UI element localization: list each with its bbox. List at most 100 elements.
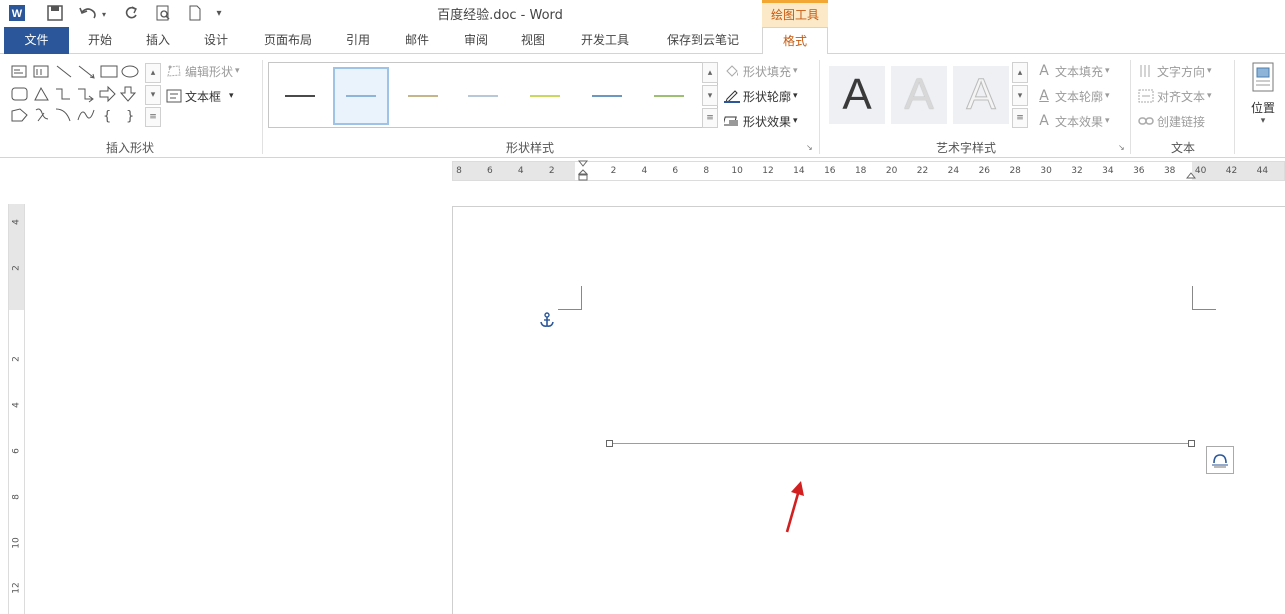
dialog-launcher-icon[interactable]: ↘ <box>806 143 815 152</box>
layout-options-icon[interactable] <box>1206 446 1234 474</box>
ruler-tick-label: 10 <box>731 166 743 176</box>
edit-shape-button[interactable]: 编辑形状 ▾ <box>166 61 240 81</box>
style-scroll-down[interactable]: ▾ <box>702 85 718 106</box>
style-more[interactable]: ≡ <box>702 108 718 128</box>
new-document-icon[interactable] <box>184 3 206 23</box>
tab-save-to-cloud-notes[interactable]: 保存到云笔记 <box>654 27 752 54</box>
ruler-tick-label: 44 <box>1256 166 1269 176</box>
wordart-style-1[interactable]: A <box>829 66 885 124</box>
shape-fill-button[interactable]: 形状填充 ▾ <box>724 61 798 81</box>
text-box-button[interactable]: 文本框 ▾ <box>166 86 234 106</box>
redo-icon[interactable] <box>120 3 142 23</box>
text-effects-label: 文本效果 <box>1055 114 1104 129</box>
shape-style-swatch[interactable] <box>641 67 697 125</box>
document-page[interactable] <box>452 206 1285 614</box>
tab-mailings[interactable]: 邮件 <box>395 27 439 54</box>
pen-icon <box>724 88 740 104</box>
tab-file[interactable]: 文件 <box>4 27 69 54</box>
create-link-button[interactable]: 创建链接 <box>1138 111 1205 131</box>
line-start-handle[interactable] <box>606 440 613 447</box>
save-icon[interactable] <box>44 3 66 23</box>
wordart-styles-group-label: 艺术字样式 <box>935 141 996 155</box>
swatch-line <box>654 95 684 97</box>
shape-style-swatch[interactable] <box>517 67 573 125</box>
shape-style-gallery[interactable] <box>268 62 718 128</box>
edit-shape-label: 编辑形状 <box>185 64 234 79</box>
tab-insert[interactable]: 插入 <box>136 27 180 54</box>
svg-text:{: { <box>103 109 111 124</box>
ruler-tick-label: 4 <box>517 166 524 176</box>
undo-icon[interactable]: ▾ <box>76 3 108 23</box>
shapes-gallery[interactable]: { } <box>10 63 160 127</box>
text-fill-button[interactable]: A 文本填充 ▾ <box>1036 61 1109 81</box>
ruler-tick-label: 38 <box>1163 166 1176 176</box>
swatch-line <box>285 95 315 97</box>
tab-review[interactable]: 审阅 <box>454 27 498 54</box>
tab-developer[interactable]: 开发工具 <box>570 27 640 54</box>
insert-shapes-group-label: 插入形状 <box>105 141 154 155</box>
shapes-scroll-down[interactable]: ▾ <box>145 85 161 105</box>
shape-effects-button[interactable]: 形状效果 ▾ <box>724 111 798 131</box>
anchor-icon[interactable] <box>540 312 554 328</box>
wordart-scroll-down[interactable]: ▾ <box>1012 85 1028 106</box>
shapes-scroll-up[interactable]: ▴ <box>145 63 161 83</box>
shape-style-swatch[interactable] <box>455 67 511 125</box>
effects-icon <box>724 113 740 129</box>
shapes-more[interactable]: ≡ <box>145 107 161 127</box>
text-direction-label: 文字方向 <box>1157 64 1206 79</box>
ruler-tick-label: 2 <box>11 356 22 363</box>
horizontal-ruler[interactable]: 8 6 4 2 2 4 6 8 10 12 14 16 18 20 22 24 26 28 30 32 34 36 38 40… <box>452 160 1285 182</box>
dialog-launcher-icon[interactable]: ↘ <box>1118 143 1127 152</box>
create-link-label: 创建链接 <box>1157 114 1206 129</box>
print-preview-icon[interactable] <box>152 3 174 23</box>
ruler-tick-label: 2 <box>11 264 22 271</box>
ruler-tick-label: 4 <box>11 219 22 225</box>
vertical-ruler[interactable]: 4 2 2 4 6 8 10 12 <box>8 204 25 614</box>
style-scroll-up[interactable]: ▴ <box>702 62 718 83</box>
window-title: 百度经验.doc - Word <box>437 8 563 23</box>
red-arrow-annotation <box>780 478 810 536</box>
position-dropdown-icon: ▾ <box>1260 116 1266 126</box>
text-outline-button[interactable]: A 文本轮廓 ▾ <box>1036 86 1109 106</box>
ruler-tick-label: 4 <box>11 402 22 409</box>
svg-text:}: } <box>126 109 134 124</box>
ruler-tick-label: 2 <box>610 166 617 176</box>
customize-qat-icon[interactable]: ▾ <box>212 3 226 23</box>
margin-corner-top-right <box>1192 286 1216 310</box>
line-end-handle[interactable] <box>1188 440 1195 447</box>
ruler-tick-label: 8 <box>11 493 22 500</box>
ruler-tick-label: 26 <box>978 166 991 176</box>
shape-effects-label: 形状效果 <box>743 114 792 129</box>
wordart-more[interactable]: ≡ <box>1012 108 1028 128</box>
align-text-button[interactable]: 对齐文本 ▾ <box>1138 86 1212 106</box>
shape-style-swatch-selected[interactable] <box>333 67 389 125</box>
ruler-ticks: 4 2 2 4 6 8 10 12 <box>9 204 24 614</box>
text-direction-button[interactable]: 文字方向 ▾ <box>1138 61 1212 81</box>
tab-home[interactable]: 开始 <box>78 27 122 54</box>
ruler-tick-label: 8 <box>703 166 710 176</box>
shape-style-swatch[interactable] <box>579 67 635 125</box>
shape-outline-button[interactable]: 形状轮廓 ▾ <box>724 86 798 106</box>
word-logo-icon: W <box>6 3 28 23</box>
tab-view[interactable]: 视图 <box>511 27 555 54</box>
text-direction-icon <box>1138 63 1154 79</box>
shape-style-swatch[interactable] <box>272 67 328 125</box>
wordart-scroll-up[interactable]: ▴ <box>1012 62 1028 83</box>
text-effects-button[interactable]: A 文本效果 ▾ <box>1036 111 1109 131</box>
text-fill-icon: A <box>1039 63 1049 79</box>
tab-page-layout[interactable]: 页面布局 <box>254 27 322 54</box>
wordart-style-2[interactable]: A <box>891 66 947 124</box>
tab-references[interactable]: 引用 <box>336 27 380 54</box>
right-indent-marker-icon[interactable] <box>1185 170 1197 180</box>
ruler-tick-label: 16 <box>824 166 836 176</box>
indent-marker-icon[interactable] <box>577 160 589 182</box>
ruler-tick-label: 6 <box>11 448 22 454</box>
tab-format[interactable]: 格式 <box>762 27 828 55</box>
position-button[interactable]: 位置 ▾ <box>1244 62 1282 130</box>
shape-style-swatch[interactable] <box>395 67 451 125</box>
line-shape[interactable] <box>609 443 1191 444</box>
tab-design[interactable]: 设计 <box>194 27 238 54</box>
ruler-tick-label: 24 <box>947 166 960 176</box>
wordart-style-3[interactable]: A <box>953 66 1009 124</box>
title-bar: W ▾ ▾ 百度经验.doc - Word 绘图工具 <box>0 0 1285 27</box>
